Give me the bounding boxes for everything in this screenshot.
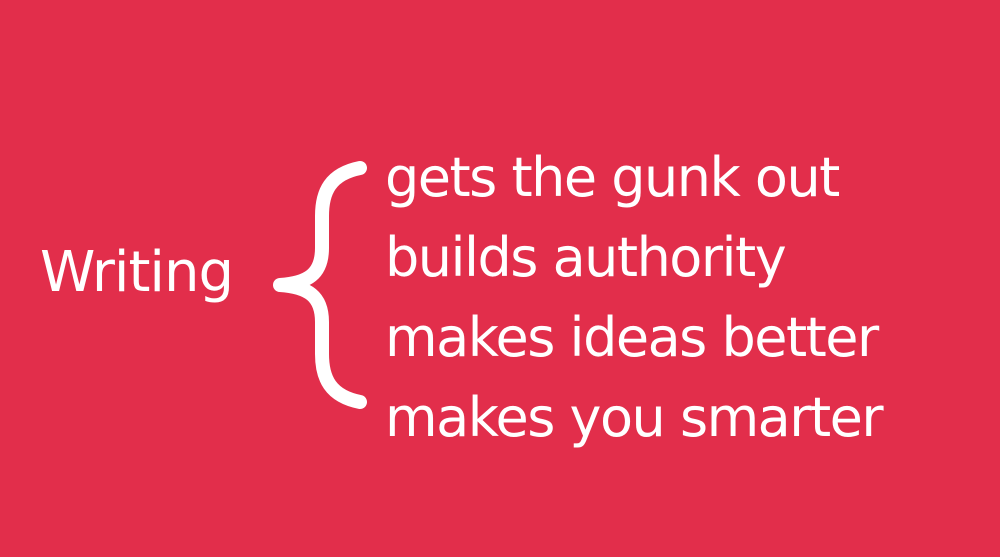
benefit-item: gets the gunk out bbox=[385, 146, 840, 209]
subject-label: Writing bbox=[40, 240, 234, 305]
benefit-item: builds authority bbox=[385, 226, 787, 289]
curly-brace-icon bbox=[273, 161, 367, 409]
benefit-item: makes you smarter bbox=[385, 386, 884, 449]
slide: Writing gets the gunk out builds authori… bbox=[0, 0, 1000, 557]
benefits-list: gets the gunk out builds authority makes… bbox=[385, 138, 884, 458]
benefit-item: makes ideas better bbox=[385, 306, 879, 369]
